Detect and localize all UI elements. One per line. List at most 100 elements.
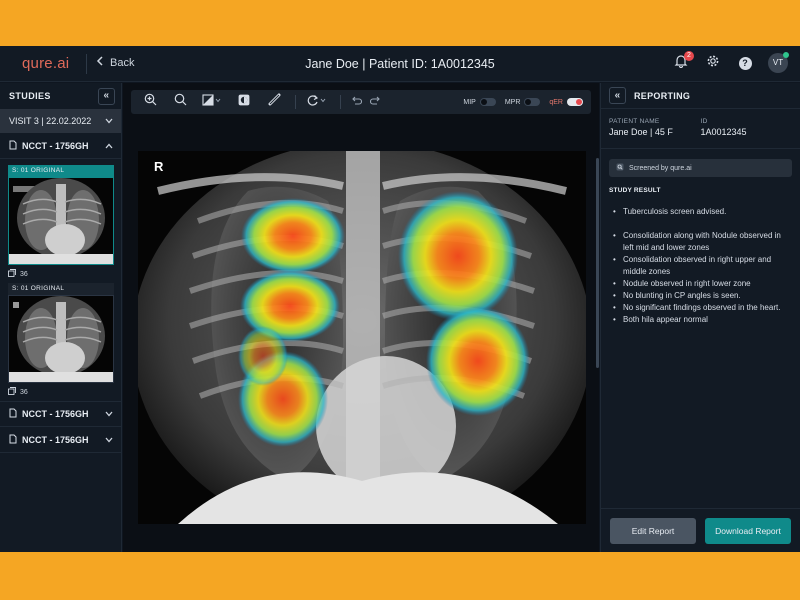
image-count-value: 36 bbox=[20, 270, 28, 278]
stack-icon bbox=[8, 387, 16, 397]
app-window: qure.ai Back Jane Doe | Patient ID: 1A00… bbox=[0, 46, 800, 552]
thumbnail-header: S: 01 ORIGINAL bbox=[8, 283, 114, 295]
undo-button[interactable] bbox=[349, 92, 363, 112]
download-report-button[interactable]: Download Report bbox=[705, 518, 791, 544]
zoom-out-button[interactable] bbox=[169, 92, 191, 112]
finding-item: Nodule observed in right lower zone bbox=[613, 278, 792, 290]
viewer-toggles: MIP MPR qER bbox=[463, 98, 583, 106]
ruler-icon bbox=[268, 93, 281, 111]
collapse-report-button[interactable]: « bbox=[609, 87, 626, 104]
series-label: NCCT - 1756GH bbox=[22, 409, 89, 419]
rotate-icon bbox=[307, 93, 327, 111]
help-button[interactable]: ? bbox=[736, 54, 754, 72]
mpr-label: MPR bbox=[504, 98, 521, 106]
notification-badge: 2 bbox=[684, 51, 694, 61]
divider bbox=[601, 148, 800, 149]
studies-title: STUDIES bbox=[9, 91, 51, 101]
image-viewer: MIP MPR qER R bbox=[123, 83, 599, 552]
contrast-square-icon bbox=[202, 93, 222, 111]
mip-switch[interactable] bbox=[479, 98, 496, 106]
top-icons: 2 ? VT bbox=[672, 51, 789, 73]
mip-label: MIP bbox=[463, 98, 476, 106]
redo-button[interactable] bbox=[369, 92, 383, 112]
zoom-in-button[interactable] bbox=[139, 92, 161, 112]
invert-button[interactable] bbox=[233, 92, 255, 112]
thumbnail-list: S: 01 ORIGINAL 36 S: 01 ORIGINAL 36 bbox=[0, 159, 121, 401]
collapse-sidebar-button[interactable]: « bbox=[98, 87, 115, 105]
viewer-scrollbar[interactable] bbox=[596, 158, 599, 368]
stack-icon bbox=[8, 269, 16, 279]
reporting-panel: « REPORTING PATIENT NAME Jane Doe | 45 F… bbox=[600, 83, 800, 552]
study-result-label: STUDY RESULT bbox=[609, 187, 661, 194]
chevron-down-icon bbox=[105, 116, 113, 126]
visit-selector[interactable]: VISIT 3 | 22.02.2022 bbox=[0, 109, 121, 133]
studies-sidebar: STUDIES « VISIT 3 | 22.02.2022 NCCT - 17… bbox=[0, 83, 122, 552]
zoom-in-icon bbox=[144, 93, 157, 111]
series-thumbnail[interactable]: S: 01 ORIGINAL 36 bbox=[8, 283, 114, 401]
patient-name-label: PATIENT NAME bbox=[609, 118, 660, 125]
avatar-initials: VT bbox=[772, 58, 784, 67]
thumbnail-header: S: 01 ORIGINAL bbox=[8, 165, 114, 177]
toolbar-divider bbox=[340, 95, 341, 109]
patient-name-value: Jane Doe | 45 F bbox=[609, 127, 673, 137]
mip-toggle[interactable]: MIP bbox=[463, 98, 496, 106]
qure-logo: qure.ai bbox=[22, 55, 70, 72]
xray-image[interactable]: R bbox=[138, 151, 586, 524]
chevron-down-icon bbox=[105, 435, 113, 445]
help-icon: ? bbox=[738, 56, 752, 70]
findings-list: Tuberculosis screen advised. Consolidati… bbox=[613, 206, 792, 326]
screened-by-text: Screened by qure.ai bbox=[629, 164, 692, 172]
divider bbox=[86, 54, 87, 74]
qer-label: qER bbox=[549, 98, 563, 106]
mpr-toggle[interactable]: MPR bbox=[505, 98, 541, 106]
magnifier-icon bbox=[174, 93, 187, 111]
avatar[interactable]: VT bbox=[768, 52, 789, 73]
chevron-left-icon bbox=[96, 56, 104, 69]
series-item[interactable]: NCCT - 1756GH bbox=[0, 401, 121, 427]
back-label: Back bbox=[110, 56, 135, 69]
mpr-switch[interactable] bbox=[524, 98, 541, 106]
finding-item: Consolidation along with Nodule observed… bbox=[613, 230, 792, 254]
window-level-button[interactable] bbox=[199, 92, 225, 112]
screened-by-badge: Screened by qure.ai bbox=[609, 159, 792, 177]
series-label: NCCT - 1756GH bbox=[22, 140, 89, 151]
document-icon bbox=[9, 434, 17, 446]
undo-icon bbox=[350, 93, 363, 111]
viewer-toolbar: MIP MPR qER bbox=[131, 90, 591, 114]
back-button[interactable]: Back bbox=[96, 56, 134, 69]
studies-header: STUDIES « bbox=[0, 83, 121, 109]
chevron-up-icon bbox=[105, 141, 113, 151]
notifications-button[interactable]: 2 bbox=[672, 51, 694, 72]
edit-report-button[interactable]: Edit Report bbox=[610, 518, 696, 544]
series-item[interactable]: NCCT - 1756GH bbox=[0, 427, 121, 453]
visit-label: VISIT 3 | 22.02.2022 bbox=[9, 116, 92, 126]
settings-button[interactable] bbox=[704, 54, 722, 72]
gear-icon bbox=[706, 54, 720, 73]
toolbar-divider bbox=[295, 95, 296, 109]
qer-switch[interactable] bbox=[567, 98, 583, 106]
measure-button[interactable] bbox=[263, 92, 285, 112]
image-count-value: 36 bbox=[20, 388, 28, 396]
patient-id-label: ID bbox=[700, 118, 708, 125]
rotate-button[interactable] bbox=[304, 92, 330, 112]
chevron-down-icon bbox=[105, 409, 113, 419]
thumbnail-image bbox=[8, 295, 114, 383]
series-label: NCCT - 1756GH bbox=[22, 434, 89, 445]
online-status-dot bbox=[783, 52, 789, 58]
reporting-header: « REPORTING bbox=[601, 83, 800, 109]
double-chevron-left-icon: « bbox=[103, 90, 110, 101]
series-thumbnail[interactable]: S: 01 ORIGINAL 36 bbox=[8, 165, 114, 283]
qer-toggle[interactable]: qER bbox=[549, 98, 583, 106]
document-icon bbox=[9, 408, 17, 420]
finding-item: Both hila appear normal bbox=[613, 314, 792, 326]
reporting-title: REPORTING bbox=[634, 90, 691, 101]
finding-primary: Tuberculosis screen advised. bbox=[613, 206, 792, 218]
report-footer: Edit Report Download Report bbox=[601, 508, 800, 552]
document-icon bbox=[9, 140, 17, 152]
finding-item: No significant findings observed in the … bbox=[613, 302, 792, 314]
search-icon bbox=[616, 163, 624, 173]
invert-icon bbox=[238, 93, 250, 111]
series-item[interactable]: NCCT - 1756GH bbox=[0, 133, 121, 159]
finding-item: No blunting in CP angles is seen. bbox=[613, 290, 792, 302]
patient-id-value: 1A0012345 bbox=[700, 127, 747, 137]
